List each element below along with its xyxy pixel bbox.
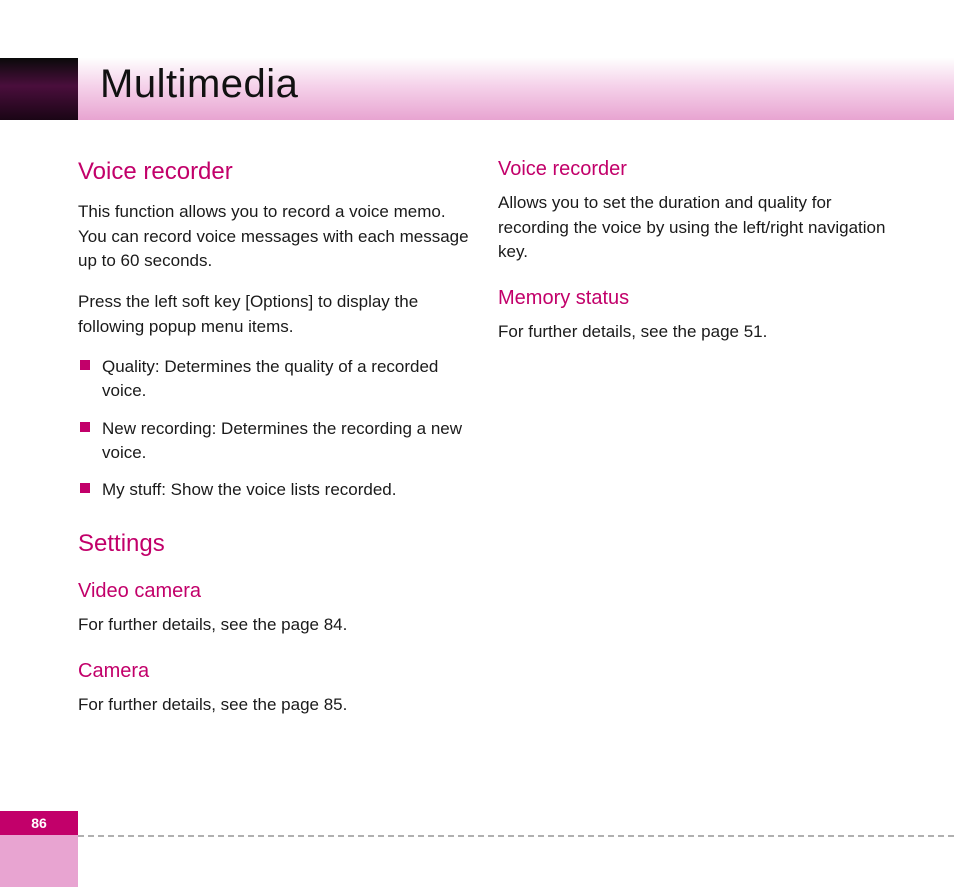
voice-recorder-right-heading: Voice recorder (498, 158, 898, 181)
voice-recorder-para1: This function allows you to record a voi… (78, 200, 478, 274)
page-number: 86 (0, 811, 78, 835)
video-camera-heading: Video camera (78, 580, 478, 603)
header-title-box: Multimedia (78, 58, 954, 120)
header-dark-accent (0, 58, 78, 120)
footer: 86 (0, 835, 954, 887)
page-title: Multimedia (100, 62, 298, 107)
memory-status-heading: Memory status (498, 287, 898, 310)
camera-heading: Camera (78, 660, 478, 683)
voice-recorder-para2: Press the left soft key [Options] to dis… (78, 290, 478, 339)
list-item: My stuff: Show the voice lists recorded. (78, 478, 478, 502)
memory-status-para: For further details, see the page 51. (498, 320, 898, 345)
camera-para: For further details, see the page 85. (78, 693, 478, 718)
video-camera-para: For further details, see the page 84. (78, 613, 478, 638)
voice-recorder-bullets: Quality: Determines the quality of a rec… (78, 355, 478, 502)
footer-pink-block: 86 (0, 835, 78, 887)
page-body: Voice recorder This function allows you … (78, 158, 924, 733)
left-column: Voice recorder This function allows you … (78, 158, 478, 733)
voice-recorder-right-para: Allows you to set the duration and quali… (498, 191, 898, 265)
settings-heading: Settings (78, 530, 478, 558)
list-item: New recording: Determines the recording … (78, 417, 478, 465)
right-column: Voice recorder Allows you to set the dur… (498, 158, 898, 361)
list-item: Quality: Determines the quality of a rec… (78, 355, 478, 403)
voice-recorder-heading: Voice recorder (78, 158, 478, 186)
header-band: Multimedia (0, 58, 954, 120)
footer-dashed-rule (78, 835, 954, 837)
